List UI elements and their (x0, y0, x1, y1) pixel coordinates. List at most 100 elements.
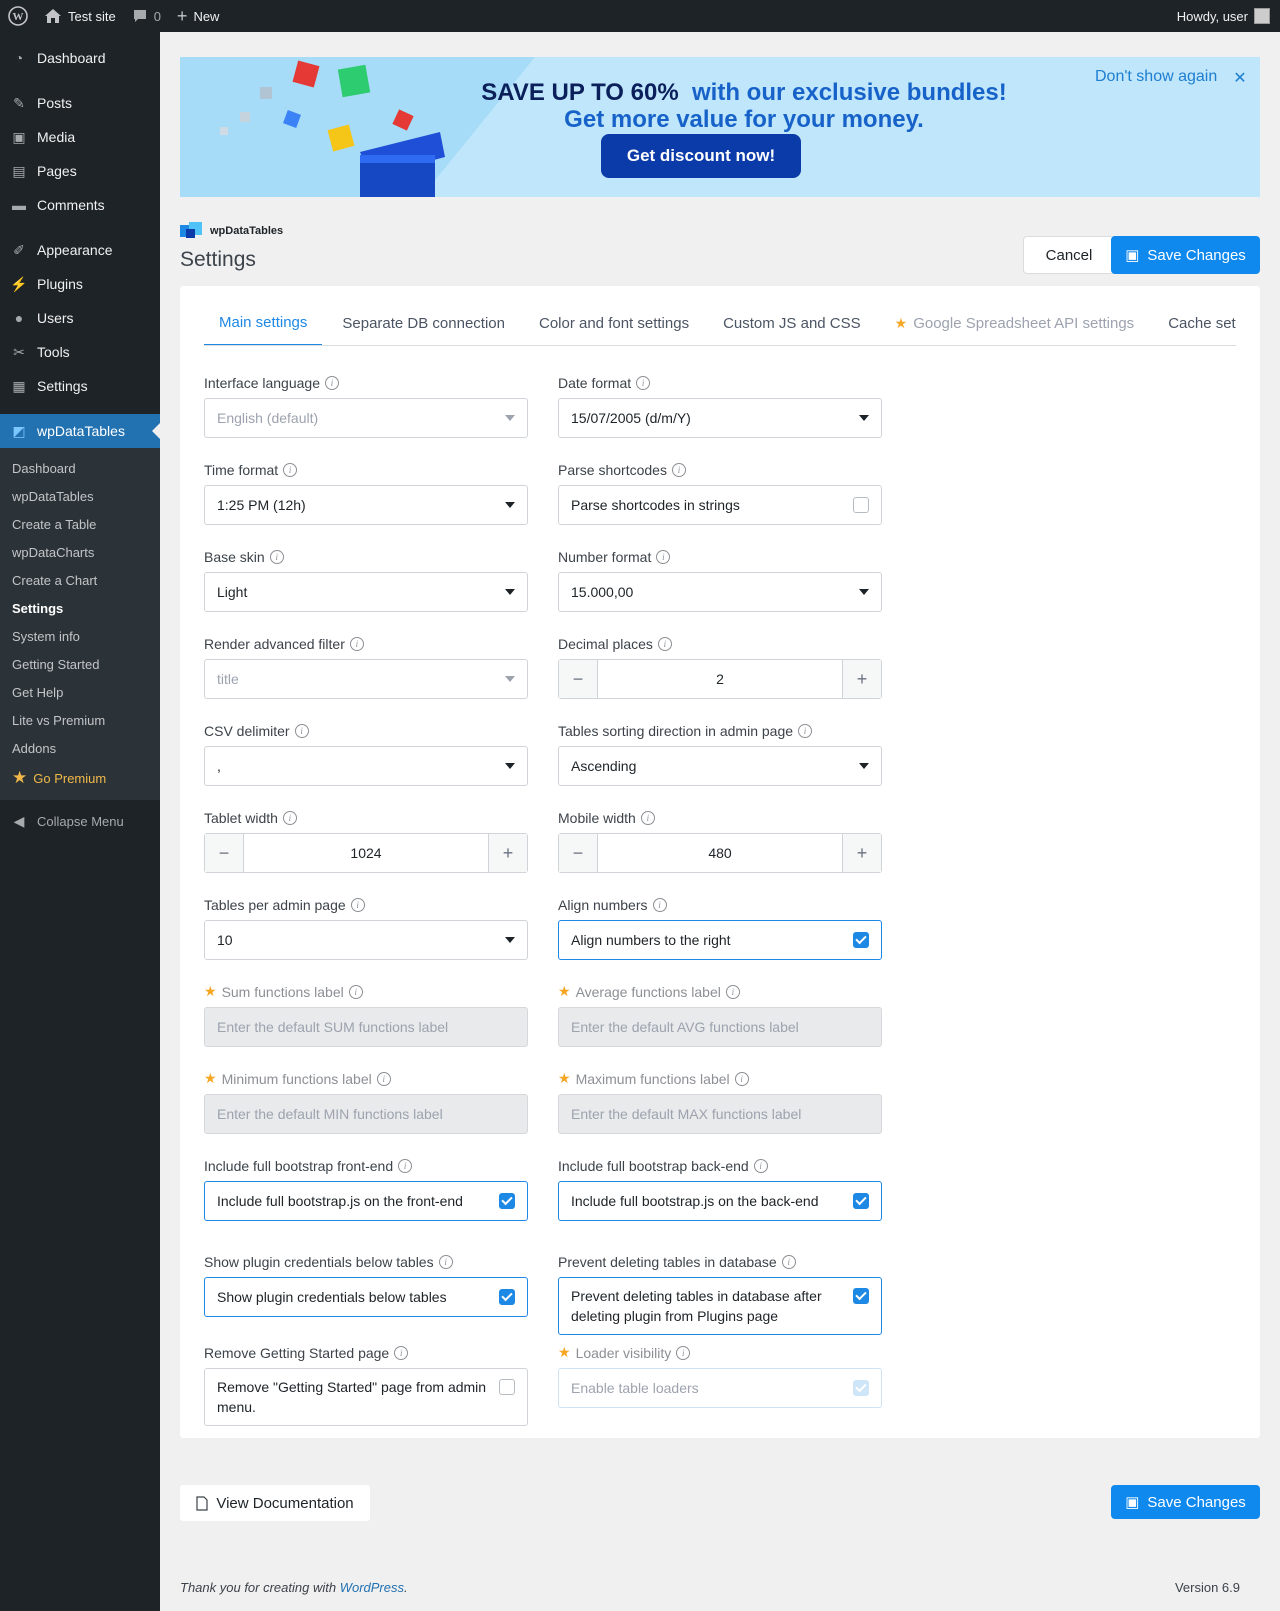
collapse-menu-button[interactable]: ◀ Collapse Menu (0, 804, 160, 838)
info-icon[interactable]: i (781, 1254, 796, 1269)
tab-custom-js-css[interactable]: Custom JS and CSS (709, 300, 875, 345)
dismiss-banner[interactable]: Don't show again ✕ (1095, 68, 1247, 88)
submenu-system-info[interactable]: System info (0, 622, 160, 650)
sum-label-input[interactable]: Enter the default SUM functions label (204, 1007, 528, 1047)
site-name-link[interactable]: Test site (36, 0, 124, 32)
stepper-value[interactable]: 2 (598, 671, 842, 687)
get-discount-button[interactable]: Get discount now! (601, 134, 801, 178)
submenu-create-table[interactable]: Create a Table (0, 510, 160, 538)
bootstrap-back-toggle[interactable]: Include full bootstrap.js on the back-en… (558, 1181, 882, 1221)
submenu-get-help[interactable]: Get Help (0, 678, 160, 706)
info-icon[interactable]: i (725, 984, 740, 999)
max-label-input[interactable]: Enter the default MAX functions label (558, 1094, 882, 1134)
per-page-select[interactable]: 10 (204, 920, 528, 960)
wordpress-link[interactable]: WordPress (340, 1580, 404, 1595)
save-changes-button-top[interactable]: ▣ Save Changes (1111, 236, 1260, 274)
base-skin-select[interactable]: Light (204, 572, 528, 612)
remove-getting-started-checkbox[interactable] (499, 1379, 515, 1395)
info-icon[interactable]: i (294, 723, 309, 738)
submenu-dashboard[interactable]: Dashboard (0, 454, 160, 482)
number-format-select[interactable]: 15.000,00 (558, 572, 882, 612)
menu-dashboard[interactable]: ◔ Dashboard (0, 41, 160, 75)
align-numbers-toggle[interactable]: Align numbers to the right (558, 920, 882, 960)
menu-posts[interactable]: ✎ Posts (0, 86, 160, 120)
minus-icon[interactable]: − (559, 660, 598, 698)
plus-icon[interactable]: + (488, 834, 527, 872)
sorting-direction-select[interactable]: Ascending (558, 746, 882, 786)
info-icon[interactable]: i (324, 375, 339, 390)
info-icon[interactable]: i (438, 1254, 453, 1269)
info-icon[interactable]: i (657, 636, 672, 651)
submenu-lite-vs-premium[interactable]: Lite vs Premium (0, 706, 160, 734)
info-icon[interactable]: i (348, 984, 363, 999)
info-icon[interactable]: i (671, 462, 686, 477)
info-icon[interactable]: i (269, 549, 284, 564)
avg-label-input[interactable]: Enter the default AVG functions label (558, 1007, 882, 1047)
view-documentation-button[interactable]: View Documentation (180, 1485, 370, 1521)
tab-color-font[interactable]: Color and font settings (525, 300, 703, 345)
info-icon[interactable]: i (640, 810, 655, 825)
parse-shortcodes-checkbox[interactable] (853, 497, 869, 513)
new-content-link[interactable]: + New (169, 0, 228, 32)
info-icon[interactable]: i (376, 1071, 391, 1086)
submenu-getting-started[interactable]: Getting Started (0, 650, 160, 678)
info-icon[interactable]: i (636, 375, 651, 390)
menu-plugins[interactable]: ⚡ Plugins (0, 267, 160, 301)
parse-shortcodes-toggle[interactable]: Parse shortcodes in strings (558, 485, 882, 525)
menu-comments[interactable]: ▬ Comments (0, 188, 160, 222)
info-icon[interactable]: i (676, 1345, 691, 1360)
plus-icon[interactable]: + (842, 660, 881, 698)
info-icon[interactable]: i (349, 636, 364, 651)
plus-icon[interactable]: + (842, 834, 881, 872)
stepper-value[interactable]: 480 (598, 845, 842, 861)
info-icon[interactable]: i (283, 462, 298, 477)
info-icon[interactable]: i (798, 723, 813, 738)
stepper-value[interactable]: 1024 (244, 845, 488, 861)
comments-link[interactable]: 0 (124, 0, 169, 32)
credentials-checkbox[interactable] (499, 1289, 515, 1305)
tab-google-spreadsheet[interactable]: ★ Google Spreadsheet API settings (881, 300, 1149, 345)
loader-visibility-checkbox[interactable] (853, 1380, 869, 1396)
minus-icon[interactable]: − (559, 834, 598, 872)
loader-visibility-toggle[interactable]: Enable table loaders (558, 1368, 882, 1408)
tab-main-settings[interactable]: Main settings (204, 300, 323, 345)
menu-pages[interactable]: ▤ Pages (0, 154, 160, 188)
align-numbers-checkbox[interactable] (853, 932, 869, 948)
cancel-button[interactable]: Cancel (1023, 236, 1115, 274)
tab-separate-db[interactable]: Separate DB connection (328, 300, 519, 345)
menu-media[interactable]: ▣ Media (0, 120, 160, 154)
bootstrap-front-checkbox[interactable] (499, 1193, 515, 1209)
menu-appearance[interactable]: ✐ Appearance (0, 233, 160, 267)
info-icon[interactable]: i (652, 897, 667, 912)
render-filter-select[interactable]: title (204, 659, 528, 699)
bootstrap-back-checkbox[interactable] (853, 1193, 869, 1209)
prevent-delete-checkbox[interactable] (853, 1288, 869, 1304)
info-icon[interactable]: i (398, 1158, 413, 1173)
csv-delimiter-select[interactable]: , (204, 746, 528, 786)
save-changes-button-bottom[interactable]: ▣ Save Changes (1111, 1485, 1260, 1519)
wordpress-logo-icon[interactable]: W (0, 0, 36, 32)
min-label-input[interactable]: Enter the default MIN functions label (204, 1094, 528, 1134)
submenu-addons[interactable]: Addons (0, 734, 160, 762)
menu-wpdatatables[interactable]: ◩ wpDataTables (0, 414, 160, 448)
prevent-delete-toggle[interactable]: Prevent deleting tables in database afte… (558, 1277, 882, 1335)
close-icon[interactable]: ✕ (1233, 68, 1246, 88)
submenu-create-chart[interactable]: Create a Chart (0, 566, 160, 594)
info-icon[interactable]: i (753, 1158, 768, 1173)
tab-cache-settings[interactable]: Cache set (1154, 300, 1236, 345)
dismiss-label[interactable]: Don't show again (1095, 68, 1217, 88)
remove-getting-started-toggle[interactable]: Remove "Getting Started" page from admin… (204, 1368, 528, 1426)
info-icon[interactable]: i (350, 897, 365, 912)
info-icon[interactable]: i (282, 810, 297, 825)
time-format-select[interactable]: 1:25 PM (12h) (204, 485, 528, 525)
submenu-settings[interactable]: Settings (0, 594, 160, 622)
interface-language-select[interactable]: English (default) (204, 398, 528, 438)
date-format-select[interactable]: 15/07/2005 (d/m/Y) (558, 398, 882, 438)
submenu-wpdatatables[interactable]: wpDataTables (0, 482, 160, 510)
menu-settings[interactable]: ▦ Settings (0, 369, 160, 403)
minus-icon[interactable]: − (205, 834, 244, 872)
bootstrap-front-toggle[interactable]: Include full bootstrap.js on the front-e… (204, 1181, 528, 1221)
info-icon[interactable]: i (656, 549, 671, 564)
account-menu[interactable]: Howdy, user (1169, 0, 1280, 32)
submenu-wpdatacharts[interactable]: wpDataCharts (0, 538, 160, 566)
